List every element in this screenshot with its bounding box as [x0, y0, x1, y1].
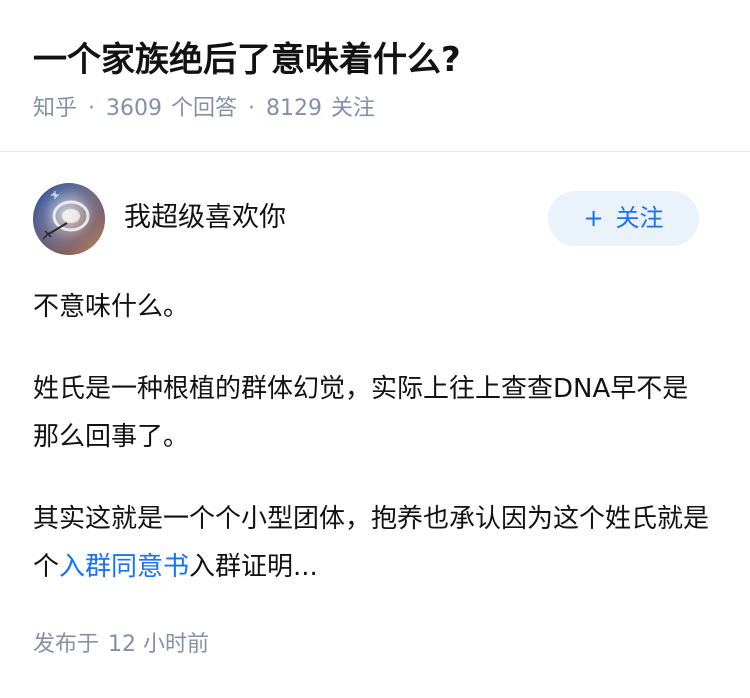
answer-text: 入群证明... [189, 552, 318, 582]
question-meta: 知乎 · 3609 个回答 · 8129 关注 [33, 92, 375, 126]
follow-button-label: 关注 [615, 204, 664, 232]
meta-separator: · [248, 96, 256, 121]
answer-paragraph: 其实这就是一个个小型团体，抱养也承认因为这个姓氏就是个入群同意书入群证明... [33, 495, 713, 591]
publish-time: 发布于 12 小时前 [33, 628, 209, 662]
plus-icon: + [583, 204, 604, 232]
answer-paragraph: 不意味什么。 [33, 292, 190, 322]
meta-separator: · [88, 96, 96, 121]
follow-button[interactable]: + 关注 [548, 191, 699, 246]
answer-card: 我超级喜欢你 + 关注 不意味什么。 姓氏是一种根植的群体幻觉，实际上往上查查DN… [0, 152, 750, 698]
inline-link[interactable]: 入群同意书 [59, 552, 189, 582]
author-name[interactable]: 我超级喜欢你 [124, 200, 286, 236]
avatar[interactable] [33, 183, 105, 255]
follower-count-label: 关注 [331, 96, 376, 121]
answer-content: 不意味什么。 姓氏是一种根植的群体幻觉，实际上往上查查DNA早不是那么回事了。 … [33, 283, 713, 625]
question-header: 一个家族绝后了意味着什么? 知乎 · 3609 个回答 · 8129 关注 [0, 0, 750, 152]
answer-count-label: 个回答 [171, 96, 238, 121]
follower-count: 8129 [266, 96, 323, 121]
avatar-image [33, 183, 105, 255]
answer-paragraph: 姓氏是一种根植的群体幻觉，实际上往上查查DNA早不是那么回事了。 [33, 374, 689, 452]
author-row: 我超级喜欢你 + 关注 [33, 183, 699, 257]
publish-time-value: 12 小时前 [108, 632, 210, 657]
source-label: 知乎 [33, 96, 78, 121]
publish-label: 发布于 [33, 632, 100, 657]
answer-count: 3609 [106, 96, 163, 121]
question-title[interactable]: 一个家族绝后了意味着什么? [33, 36, 461, 84]
